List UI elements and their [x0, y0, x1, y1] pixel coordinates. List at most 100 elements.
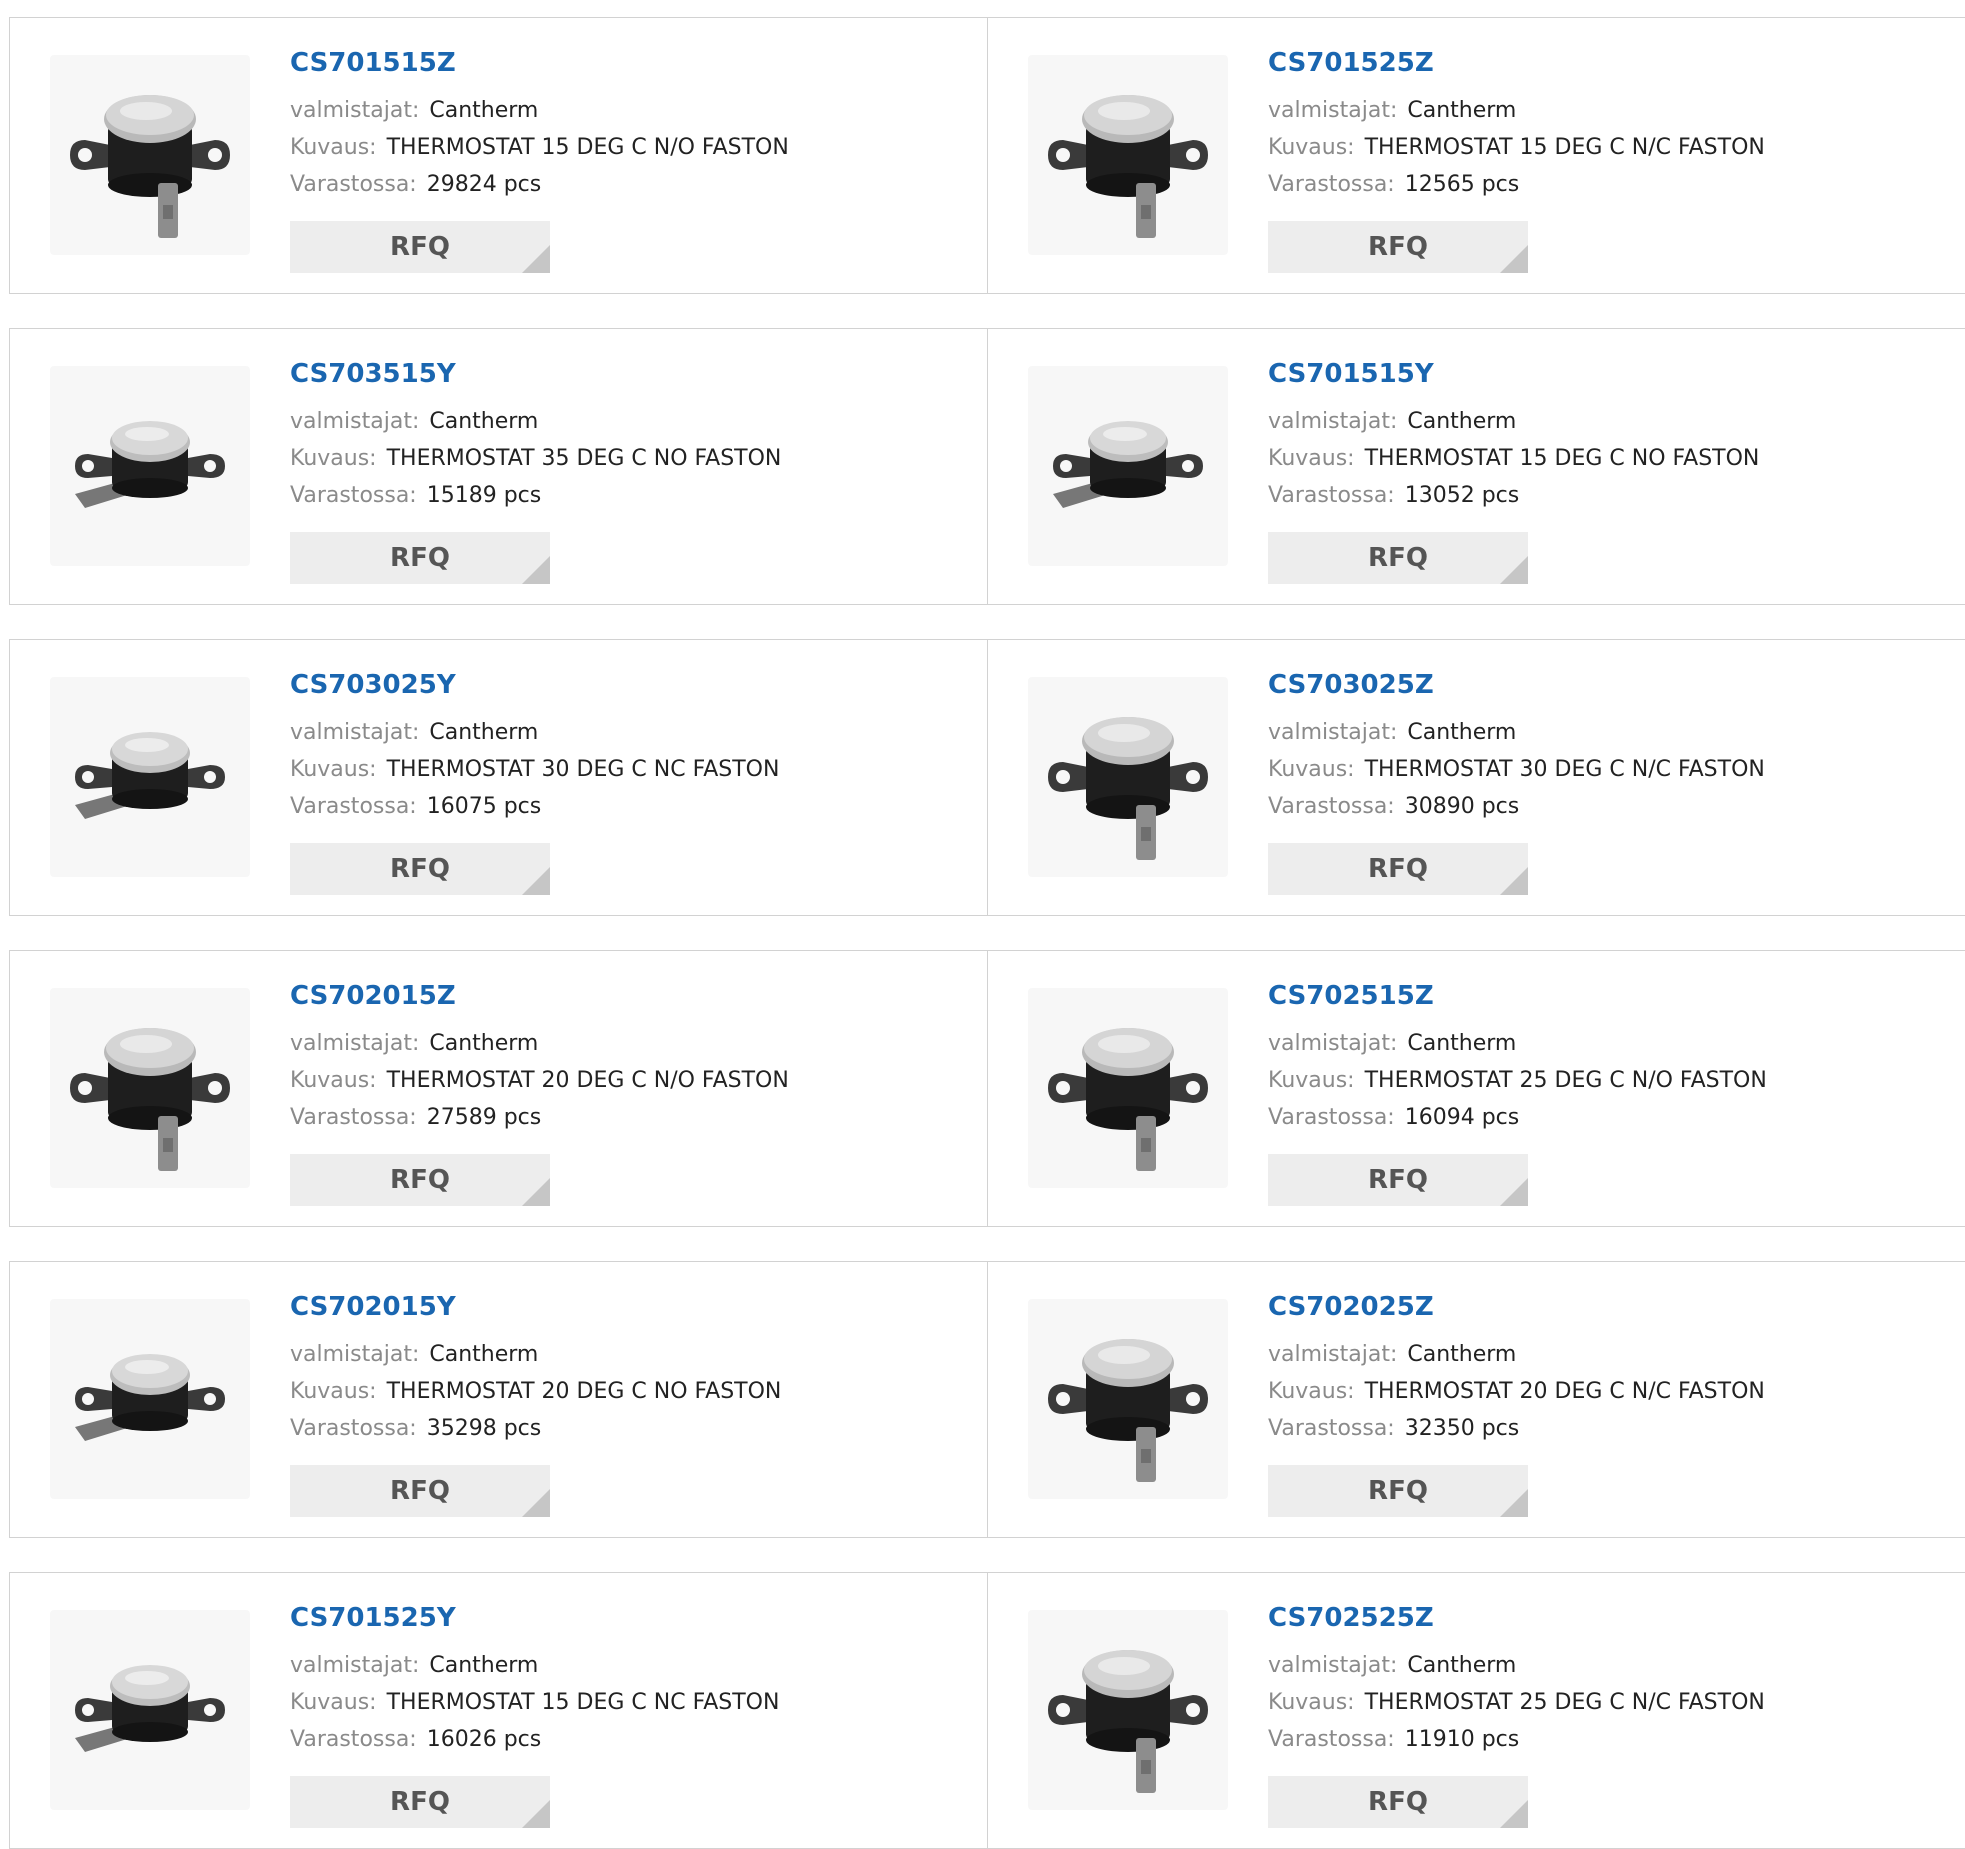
- description-row: Kuvaus: THERMOSTAT 35 DEG C NO FASTON: [290, 440, 781, 477]
- description-value: THERMOSTAT 25 DEG C N/C FASTON: [1364, 1690, 1765, 1715]
- manufacturer-label: valmistajat:: [290, 409, 420, 434]
- part-number-link[interactable]: CS703025Y: [290, 668, 779, 702]
- description-label: Kuvaus:: [1268, 135, 1355, 160]
- rfq-label: RFQ: [1368, 1165, 1428, 1195]
- thermostat-side-icon: [75, 421, 225, 508]
- part-number-link[interactable]: CS701515Z: [290, 46, 789, 80]
- description-value: THERMOSTAT 15 DEG C N/O FASTON: [386, 135, 789, 160]
- manufacturer-row: valmistajat: Cantherm: [1268, 92, 1765, 129]
- part-number-link[interactable]: CS702015Z: [290, 979, 789, 1013]
- manufacturer-label: valmistajat:: [1268, 1653, 1398, 1678]
- product-image[interactable]: [1028, 677, 1228, 877]
- stock-row: Varastossa: 16075 pcs: [290, 788, 779, 825]
- manufacturer-label: valmistajat:: [1268, 409, 1398, 434]
- description-value: THERMOSTAT 35 DEG C NO FASTON: [386, 446, 782, 471]
- rfq-label: RFQ: [390, 543, 450, 573]
- part-number-link[interactable]: CS702525Z: [1268, 1601, 1765, 1635]
- rfq-button[interactable]: RFQ: [1268, 1154, 1528, 1206]
- description-value: THERMOSTAT 15 DEG C NO FASTON: [1364, 446, 1760, 471]
- product-image[interactable]: [50, 55, 250, 255]
- product-grid: CS701515Z valmistajat: Cantherm Kuvaus: TH…: [0, 0, 1965, 1849]
- product-card: CS702015Y valmistajat: Cantherm Kuvaus: TH…: [9, 1261, 988, 1538]
- stock-label: Varastossa:: [290, 172, 417, 197]
- stock-row: Varastossa: 30890 pcs: [1268, 788, 1765, 825]
- product-image[interactable]: [50, 988, 250, 1188]
- description-row: Kuvaus: THERMOSTAT 20 DEG C N/O FASTON: [290, 1062, 789, 1099]
- stock-value: 11910 pcs: [1404, 1727, 1520, 1752]
- description-row: Kuvaus: THERMOSTAT 30 DEG C N/C FASTON: [1268, 751, 1765, 788]
- stock-value: 16094 pcs: [1404, 1105, 1520, 1130]
- rfq-button[interactable]: RFQ: [290, 843, 550, 895]
- thermostat-upright-icon: [1048, 1339, 1208, 1482]
- description-label: Kuvaus:: [290, 757, 377, 782]
- product-image[interactable]: [50, 366, 250, 566]
- description-label: Kuvaus:: [290, 135, 377, 160]
- rfq-button[interactable]: RFQ: [1268, 532, 1528, 584]
- thermostat-side-icon: [75, 1354, 225, 1441]
- stock-label: Varastossa:: [290, 1727, 417, 1752]
- manufacturer-value: Cantherm: [429, 1653, 539, 1678]
- product-image[interactable]: [1028, 988, 1228, 1188]
- rfq-button[interactable]: RFQ: [1268, 1465, 1528, 1517]
- manufacturer-value: Cantherm: [1407, 1653, 1517, 1678]
- part-number-link[interactable]: CS702015Y: [290, 1290, 781, 1324]
- description-value: THERMOSTAT 30 DEG C N/C FASTON: [1364, 757, 1765, 782]
- stock-value: 13052 pcs: [1404, 483, 1520, 508]
- product-image[interactable]: [50, 1299, 250, 1499]
- rfq-label: RFQ: [1368, 232, 1428, 262]
- product-image[interactable]: [1028, 366, 1228, 566]
- product-info: CS703025Z valmistajat: Cantherm Kuvaus: TH…: [1268, 668, 1765, 825]
- rfq-button[interactable]: RFQ: [290, 1154, 550, 1206]
- rfq-button[interactable]: RFQ: [290, 1776, 550, 1828]
- stock-row: Varastossa: 12565 pcs: [1268, 166, 1765, 203]
- rfq-label: RFQ: [1368, 1787, 1428, 1817]
- rfq-button[interactable]: RFQ: [1268, 221, 1528, 273]
- thermostat-side-icon: [1053, 421, 1203, 508]
- rfq-button[interactable]: RFQ: [290, 532, 550, 584]
- manufacturer-value: Cantherm: [1407, 1031, 1517, 1056]
- rfq-button[interactable]: RFQ: [290, 1465, 550, 1517]
- product-info: CS702515Z valmistajat: Cantherm Kuvaus: TH…: [1268, 979, 1767, 1136]
- manufacturer-value: Cantherm: [429, 409, 539, 434]
- rfq-label: RFQ: [390, 232, 450, 262]
- manufacturer-label: valmistajat:: [1268, 98, 1398, 123]
- manufacturer-value: Cantherm: [429, 720, 539, 745]
- part-number-link[interactable]: CS703515Y: [290, 357, 781, 391]
- rfq-button[interactable]: RFQ: [1268, 1776, 1528, 1828]
- product-card: CS703025Y valmistajat: Cantherm Kuvaus: TH…: [9, 639, 988, 916]
- manufacturer-row: valmistajat: Cantherm: [1268, 714, 1765, 751]
- description-value: THERMOSTAT 20 DEG C N/C FASTON: [1364, 1379, 1765, 1404]
- corner-triangle-icon: [522, 1489, 550, 1517]
- rfq-button[interactable]: RFQ: [1268, 843, 1528, 895]
- manufacturer-label: valmistajat:: [1268, 1342, 1398, 1367]
- description-label: Kuvaus:: [290, 446, 377, 471]
- manufacturer-label: valmistajat:: [1268, 720, 1398, 745]
- product-info: CS701525Z valmistajat: Cantherm Kuvaus: TH…: [1268, 46, 1765, 203]
- part-number-link[interactable]: CS701525Z: [1268, 46, 1765, 80]
- product-card: CS701525Z valmistajat: Cantherm Kuvaus: TH…: [987, 17, 1965, 294]
- part-number-link[interactable]: CS701525Y: [290, 1601, 779, 1635]
- stock-row: Varastossa: 29824 pcs: [290, 166, 789, 203]
- corner-triangle-icon: [522, 867, 550, 895]
- product-image[interactable]: [1028, 1610, 1228, 1810]
- description-value: THERMOSTAT 15 DEG C NC FASTON: [386, 1690, 780, 1715]
- part-number-link[interactable]: CS703025Z: [1268, 668, 1765, 702]
- stock-value: 32350 pcs: [1404, 1416, 1520, 1441]
- description-label: Kuvaus:: [1268, 1690, 1355, 1715]
- part-number-link[interactable]: CS702515Z: [1268, 979, 1767, 1013]
- manufacturer-row: valmistajat: Cantherm: [1268, 1025, 1767, 1062]
- corner-triangle-icon: [522, 1178, 550, 1206]
- product-card: CS703515Y valmistajat: Cantherm Kuvaus: TH…: [9, 328, 988, 605]
- stock-value: 16075 pcs: [426, 794, 542, 819]
- product-image[interactable]: [50, 1610, 250, 1810]
- description-value: THERMOSTAT 15 DEG C N/C FASTON: [1364, 135, 1765, 160]
- product-image[interactable]: [1028, 55, 1228, 255]
- part-number-link[interactable]: CS702025Z: [1268, 1290, 1765, 1324]
- manufacturer-label: valmistajat:: [290, 1653, 420, 1678]
- part-number-link[interactable]: CS701515Y: [1268, 357, 1759, 391]
- thermostat-upright-icon: [70, 1028, 230, 1171]
- manufacturer-row: valmistajat: Cantherm: [290, 403, 781, 440]
- product-image[interactable]: [1028, 1299, 1228, 1499]
- product-image[interactable]: [50, 677, 250, 877]
- rfq-button[interactable]: RFQ: [290, 221, 550, 273]
